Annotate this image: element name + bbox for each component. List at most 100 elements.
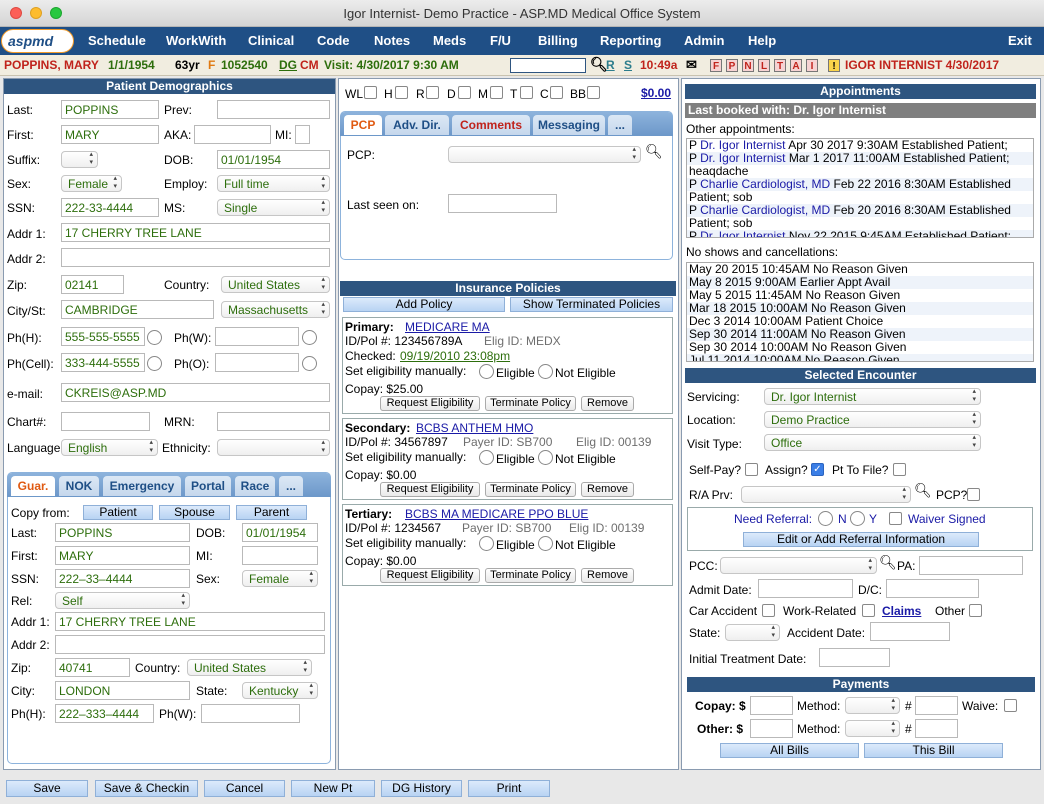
save-checkin-button[interactable]: Save & Checkin bbox=[95, 780, 198, 797]
guar-addr1-input[interactable]: 17 CHERRY TREE LANE bbox=[55, 612, 325, 631]
appointment-row[interactable]: heaqdache bbox=[687, 165, 1033, 178]
noshow-row[interactable]: Jul 11 2014 10:00AM No Reason Given bbox=[687, 354, 1033, 361]
tab-portal[interactable]: Portal bbox=[185, 476, 231, 496]
noshow-row[interactable]: May 20 2015 10:45AM No Reason Given bbox=[687, 263, 1033, 276]
menu-exit[interactable]: Exit bbox=[1008, 33, 1032, 48]
guar-zip-input[interactable]: 40741 bbox=[55, 658, 130, 677]
secondary-not-eligible-radio[interactable] bbox=[538, 450, 553, 465]
menu-fu[interactable]: F/U bbox=[490, 33, 511, 48]
appointment-row[interactable]: P Charlie Cardiologist, MD Feb 22 2016 8… bbox=[687, 178, 1033, 191]
flag-t[interactable]: T bbox=[774, 59, 786, 72]
ra-provider-select[interactable] bbox=[741, 486, 911, 503]
assign-checkbox-checked[interactable]: ✓ bbox=[811, 463, 824, 476]
guar-last-input[interactable]: POPPINS bbox=[55, 523, 190, 542]
add-policy-button[interactable]: Add Policy bbox=[343, 297, 505, 312]
primary-checked-date[interactable]: 09/19/2010 23:08pm bbox=[400, 349, 510, 363]
menu-meds[interactable]: Meds bbox=[433, 33, 466, 48]
secondary-request-eligibility-button[interactable]: Request Eligibility bbox=[380, 482, 480, 497]
noshow-row[interactable]: May 5 2015 11:45AM No Reason Given bbox=[687, 289, 1033, 302]
cell-phone-primary-radio[interactable] bbox=[147, 356, 162, 371]
tab-more[interactable]: ... bbox=[279, 476, 303, 496]
flag-l[interactable]: L bbox=[758, 59, 770, 72]
tertiary-policy-name[interactable]: BCBS MA MEDICARE PPO BLUE bbox=[405, 507, 588, 521]
addr2-input[interactable] bbox=[61, 248, 330, 267]
dg-history-button[interactable]: DG History bbox=[381, 780, 462, 797]
tertiary-not-eligible-radio[interactable] bbox=[538, 536, 553, 551]
self-pay-checkbox[interactable] bbox=[745, 463, 758, 476]
print-button[interactable]: Print bbox=[468, 780, 550, 797]
noshow-row[interactable]: Mar 18 2015 10:00AM No Reason Given bbox=[687, 302, 1033, 315]
email-input[interactable]: CKREIS@ASP.MD bbox=[61, 383, 330, 402]
pcp-checkbox[interactable] bbox=[967, 488, 980, 501]
home-phone-primary-radio[interactable] bbox=[147, 330, 162, 345]
other-check-number-input[interactable] bbox=[915, 719, 958, 738]
appointment-row[interactable]: P Dr. Igor Internist Apr 30 2017 9:30AM … bbox=[687, 139, 1033, 152]
quick-search-input[interactable] bbox=[510, 58, 586, 73]
secondary-policy-name[interactable]: BCBS ANTHEM HMO bbox=[416, 421, 533, 435]
tab-pcp[interactable]: PCP bbox=[344, 115, 382, 135]
tab-messaging[interactable]: Messaging bbox=[533, 115, 605, 135]
guar-first-input[interactable]: MARY bbox=[55, 546, 190, 565]
primary-eligible-radio[interactable] bbox=[479, 364, 494, 379]
copay-check-number-input[interactable] bbox=[915, 696, 958, 715]
guar-city-input[interactable]: LONDON bbox=[55, 681, 190, 700]
other-amount-input[interactable] bbox=[750, 719, 793, 738]
menu-clinical[interactable]: Clinical bbox=[248, 33, 294, 48]
noshow-row[interactable]: Sep 30 2014 11:00AM No Reason Given bbox=[687, 328, 1033, 341]
employ-select[interactable]: Full time bbox=[217, 175, 330, 192]
car-accident-checkbox[interactable] bbox=[762, 604, 775, 617]
noshow-row[interactable]: May 8 2015 9:00AM Earlier Appt Avail bbox=[687, 276, 1033, 289]
tertiary-terminate-policy-button[interactable]: Terminate Policy bbox=[485, 568, 576, 583]
dob-input[interactable]: 01/01/1954 bbox=[217, 150, 330, 169]
tab-nok[interactable]: NOK bbox=[59, 476, 99, 496]
guar-state-select[interactable]: Kentucky bbox=[242, 682, 318, 699]
bb-checkbox[interactable] bbox=[587, 86, 600, 99]
waiver-signed-checkbox[interactable] bbox=[889, 512, 902, 525]
pcc-search-icon[interactable]: 🔍︎ bbox=[879, 554, 897, 571]
h-checkbox[interactable] bbox=[395, 86, 408, 99]
guar-relationship-select[interactable]: Self bbox=[55, 592, 190, 609]
menu-code[interactable]: Code bbox=[317, 33, 350, 48]
flag-f[interactable]: F bbox=[710, 59, 722, 72]
edit-add-referral-button[interactable]: Edit or Add Referral Information bbox=[743, 532, 979, 547]
mi-input[interactable] bbox=[295, 125, 310, 144]
appointment-row[interactable]: P Dr. Igor Internist Nov 22 2015 9:45AM … bbox=[687, 230, 1033, 237]
menu-help[interactable]: Help bbox=[748, 33, 776, 48]
s-link[interactable]: S bbox=[624, 58, 632, 72]
show-terminated-policies-button[interactable]: Show Terminated Policies bbox=[510, 297, 673, 312]
tab-more-pcp[interactable]: ... bbox=[608, 115, 632, 135]
prev-name-input[interactable] bbox=[217, 100, 330, 119]
menu-admin[interactable]: Admin bbox=[684, 33, 724, 48]
appointment-row[interactable]: Patient; sob bbox=[687, 191, 1033, 204]
flag-n[interactable]: N bbox=[742, 59, 754, 72]
r-link[interactable]: R bbox=[606, 58, 615, 72]
initial-treatment-date-input[interactable] bbox=[819, 648, 890, 667]
visit-type-select[interactable]: Office bbox=[764, 434, 981, 451]
menu-reporting[interactable]: Reporting bbox=[600, 33, 661, 48]
save-button[interactable]: Save bbox=[6, 780, 88, 797]
balance-link[interactable]: $0.00 bbox=[641, 86, 671, 100]
tertiary-request-eligibility-button[interactable]: Request Eligibility bbox=[380, 568, 480, 583]
copy-spouse-button[interactable]: Spouse bbox=[159, 505, 230, 520]
other-phone-input[interactable] bbox=[215, 353, 299, 372]
secondary-eligible-radio[interactable] bbox=[479, 450, 494, 465]
aka-input[interactable] bbox=[194, 125, 271, 144]
guar-work-phone-input[interactable] bbox=[201, 704, 300, 723]
other-phone-primary-radio[interactable] bbox=[302, 356, 317, 371]
appointment-row[interactable]: P Dr. Igor Internist Mar 1 2017 11:00AM … bbox=[687, 152, 1033, 165]
work-related-checkbox[interactable] bbox=[862, 604, 875, 617]
marital-status-select[interactable]: Single bbox=[217, 199, 330, 216]
guar-mi-input[interactable] bbox=[242, 546, 318, 565]
guar-sex-select[interactable]: Female bbox=[242, 570, 318, 587]
menu-schedule[interactable]: Schedule bbox=[88, 33, 146, 48]
c-checkbox[interactable] bbox=[550, 86, 563, 99]
ra-search-icon[interactable]: 🔍︎ bbox=[914, 482, 932, 499]
guar-home-phone-input[interactable]: 222–333–4444 bbox=[55, 704, 154, 723]
guar-dob-input[interactable]: 01/01/1954 bbox=[242, 523, 318, 542]
need-referral-y-radio[interactable] bbox=[850, 511, 865, 526]
copy-parent-button[interactable]: Parent bbox=[236, 505, 307, 520]
guar-addr2-input[interactable] bbox=[55, 635, 325, 654]
accident-date-input[interactable] bbox=[870, 622, 950, 641]
need-referral-n-radio[interactable] bbox=[818, 511, 833, 526]
pcp-select[interactable] bbox=[448, 146, 641, 163]
